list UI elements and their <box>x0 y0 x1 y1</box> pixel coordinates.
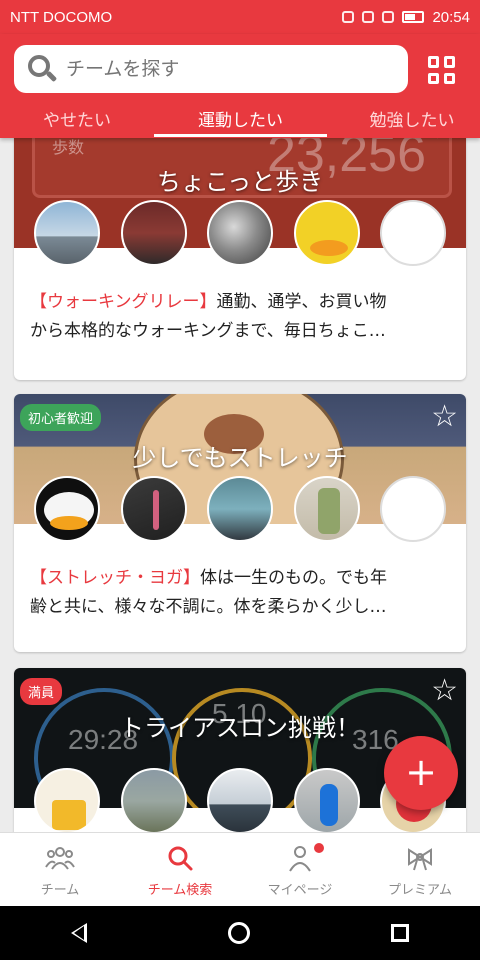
nav-premium[interactable]: プレミアム <box>360 833 480 907</box>
person-icon <box>289 846 311 872</box>
nav-label: チーム検索 <box>147 883 213 898</box>
avatar[interactable] <box>207 768 273 832</box>
team-list[interactable]: 歩数 23,256 ちょこっと歩き ☆ 【ウォーキングリレー】通勤、通学、お買い… <box>0 138 480 832</box>
desc-line: 体は一生のもの。でも年 <box>200 568 387 588</box>
beginner-badge: 初心者歓迎 <box>20 404 102 431</box>
system-navigation <box>0 906 480 960</box>
team-card[interactable]: 初心者歓迎 少しでもストレッチ ☆ 【ストレッチ・ヨガ】体は一生のもの。でも年 … <box>14 394 466 652</box>
app-header: やせたい 運動したい 勉強したい <box>0 34 480 138</box>
member-avatars <box>14 200 466 268</box>
search-input[interactable] <box>66 58 386 80</box>
status-bar: NTT DOCOMO 20:54 <box>0 0 480 34</box>
card-title: ちょこっと歩き <box>156 168 324 196</box>
signal-icon <box>382 11 395 23</box>
desc-line: 通勤、通学、お買い物 <box>216 292 387 312</box>
search-bar[interactable] <box>14 45 408 93</box>
desc-line: から本格的なウォーキングまで、毎日ちょこ… <box>30 321 386 341</box>
nav-team-search[interactable]: チーム検索 <box>120 833 240 907</box>
home-icon[interactable] <box>227 922 250 944</box>
banner-step-label: 歩数 <box>52 138 85 157</box>
avatar[interactable] <box>120 768 187 832</box>
tab-yasetai[interactable]: やせたい <box>22 106 132 131</box>
recent-apps-icon[interactable] <box>391 924 410 942</box>
avatar-empty-slot[interactable] <box>380 200 446 266</box>
status-icons: 20:54 <box>342 9 470 26</box>
nav-label: チーム <box>40 883 80 898</box>
avatar[interactable] <box>120 200 187 266</box>
notification-dot <box>314 843 324 853</box>
desc-line: 齢と共に、様々な不調に。体を柔らかく少し… <box>30 597 387 617</box>
bluetooth-icon <box>342 11 355 23</box>
card-title: 少しでもストレッチ <box>132 444 348 472</box>
team-icon <box>45 847 75 870</box>
avatar[interactable] <box>207 200 273 266</box>
create-team-button[interactable]: + <box>384 736 458 810</box>
avatar[interactable] <box>293 476 360 542</box>
carrier-label: NTT DOCOMO <box>10 8 113 26</box>
tab-benkyou[interactable]: 勉強したい <box>352 106 472 131</box>
search-icon <box>168 846 193 871</box>
avatar[interactable] <box>34 200 100 266</box>
category-tag: 【ウォーキングリレー】 <box>30 292 217 312</box>
avatar[interactable] <box>293 200 360 266</box>
star-icon[interactable]: ☆ <box>431 676 458 706</box>
avatar[interactable] <box>34 768 100 832</box>
active-tab-indicator <box>154 134 327 137</box>
avatar[interactable] <box>34 476 100 542</box>
clock: 20:54 <box>432 8 470 26</box>
avatar[interactable] <box>207 476 273 542</box>
avatar[interactable] <box>293 768 360 832</box>
star-icon[interactable]: ☆ <box>431 138 458 144</box>
nav-label: プレミアム <box>387 883 453 898</box>
category-tabs: やせたい 運動したい 勉強したい <box>0 100 480 138</box>
ribbon-icon <box>408 848 432 871</box>
team-card[interactable]: 歩数 23,256 ちょこっと歩き ☆ 【ウォーキングリレー】通勤、通学、お買い… <box>14 138 466 380</box>
grid-view-icon[interactable] <box>428 56 456 84</box>
nav-team[interactable]: チーム <box>0 833 120 907</box>
full-badge: 満員 <box>20 678 63 705</box>
card-title: トライアスロン挑戦！ <box>120 714 360 742</box>
category-tag: 【ストレッチ・ヨガ】 <box>30 568 200 588</box>
avatar-empty-slot[interactable] <box>380 476 446 542</box>
battery-icon <box>402 11 425 23</box>
member-avatars <box>14 476 466 544</box>
nav-label: マイページ <box>267 883 333 898</box>
tab-undou[interactable]: 運動したい <box>154 106 327 131</box>
avatar[interactable] <box>120 476 187 542</box>
star-icon[interactable]: ☆ <box>431 402 458 432</box>
nav-mypage[interactable]: マイページ <box>240 833 360 907</box>
search-icon <box>24 52 58 86</box>
wifi-icon <box>362 11 375 23</box>
back-icon[interactable] <box>70 923 87 943</box>
bottom-navigation: チーム チーム検索 マイページ プレミアム <box>0 832 480 906</box>
